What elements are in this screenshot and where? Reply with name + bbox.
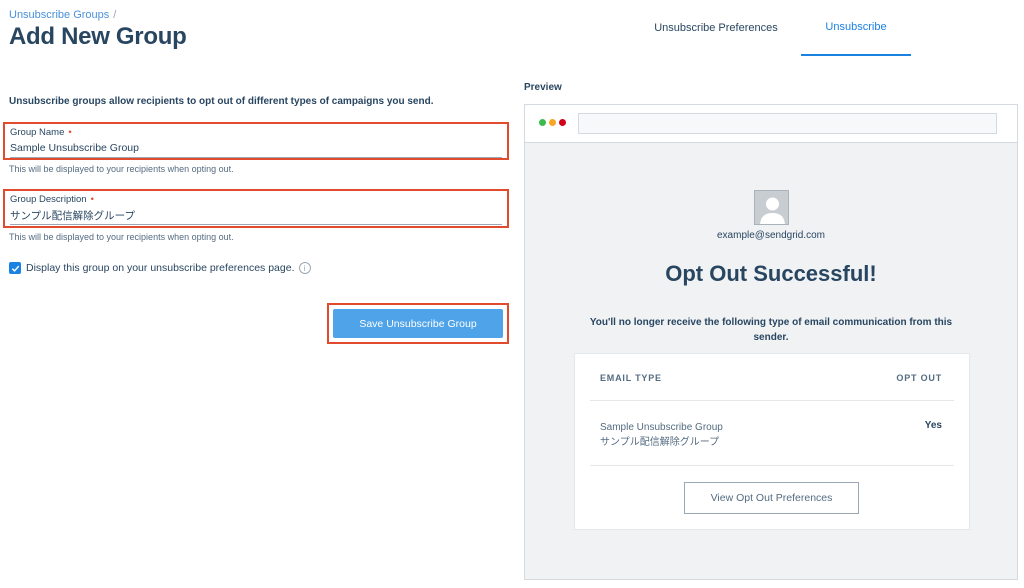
- info-icon[interactable]: i: [298, 262, 311, 274]
- opt-out-title: Opt Out Successful!: [665, 261, 877, 286]
- row-opt-out-value: Yes: [924, 420, 942, 431]
- preview-window: example@sendgrid.com Opt Out Successful!…: [524, 104, 1018, 580]
- opt-out-card: EMAIL TYPE OPT OUT Sample Unsubscribe Gr…: [574, 353, 970, 530]
- group-name-hint: This will be displayed to your recipient…: [9, 164, 234, 174]
- table-divider: [590, 400, 954, 401]
- group-name-field: Group Name •: [3, 122, 509, 160]
- required-indicator: •: [68, 127, 72, 138]
- group-name-input[interactable]: [10, 138, 502, 158]
- required-indicator: •: [90, 194, 94, 205]
- row-group-name: Sample Unsubscribe Group: [600, 422, 723, 433]
- url-bar: [578, 113, 997, 134]
- breadcrumb-separator: /: [113, 9, 117, 21]
- display-group-checkbox[interactable]: [9, 262, 21, 274]
- group-description-hint: This will be displayed to your recipient…: [9, 232, 234, 242]
- row-group-description: サンプル配信解除グループ: [600, 437, 720, 448]
- group-description-label-text: Group Description: [10, 194, 87, 205]
- save-button-highlight: Save Unsubscribe Group: [327, 303, 509, 344]
- table-row-email-type: Sample Unsubscribe Group サンプル配信解除グループ: [600, 420, 723, 450]
- table-divider: [590, 465, 954, 466]
- display-group-option: Display this group on your unsubscribe p…: [9, 262, 311, 274]
- tab-bar: Unsubscribe Preferences Unsubscribe: [631, 0, 911, 56]
- group-description-input[interactable]: [10, 205, 502, 225]
- checkmark-icon: [11, 265, 19, 272]
- page-title: Add New Group: [9, 23, 187, 50]
- tab-unsubscribe[interactable]: Unsubscribe: [801, 0, 911, 56]
- preview-label: Preview: [524, 82, 562, 93]
- browser-bar: [525, 105, 1017, 143]
- window-dot-green: [539, 119, 546, 126]
- avatar-icon: [754, 190, 789, 225]
- save-unsubscribe-group-button[interactable]: Save Unsubscribe Group: [333, 309, 503, 338]
- group-description-label: Group Description •: [10, 194, 502, 205]
- breadcrumb: Unsubscribe Groups /: [9, 9, 116, 21]
- group-name-label: Group Name •: [10, 127, 502, 138]
- column-header-opt-out: OPT OUT: [896, 373, 942, 383]
- opt-out-message: You'll no longer receive the following t…: [589, 317, 953, 343]
- recipient-email: example@sendgrid.com: [717, 230, 825, 241]
- tab-unsubscribe-preferences[interactable]: Unsubscribe Preferences: [631, 0, 801, 56]
- window-dots: [539, 119, 566, 126]
- display-group-label[interactable]: Display this group on your unsubscribe p…: [26, 262, 295, 274]
- window-dot-red: [559, 119, 566, 126]
- breadcrumb-link-unsubscribe-groups[interactable]: Unsubscribe Groups: [9, 9, 109, 21]
- column-header-email-type: EMAIL TYPE: [600, 373, 662, 383]
- window-dot-yellow: [549, 119, 556, 126]
- group-name-label-text: Group Name: [10, 127, 65, 138]
- form-intro: Unsubscribe groups allow recipients to o…: [9, 96, 434, 107]
- view-opt-out-preferences-button[interactable]: View Opt Out Preferences: [684, 482, 859, 514]
- group-description-field: Group Description •: [3, 189, 509, 228]
